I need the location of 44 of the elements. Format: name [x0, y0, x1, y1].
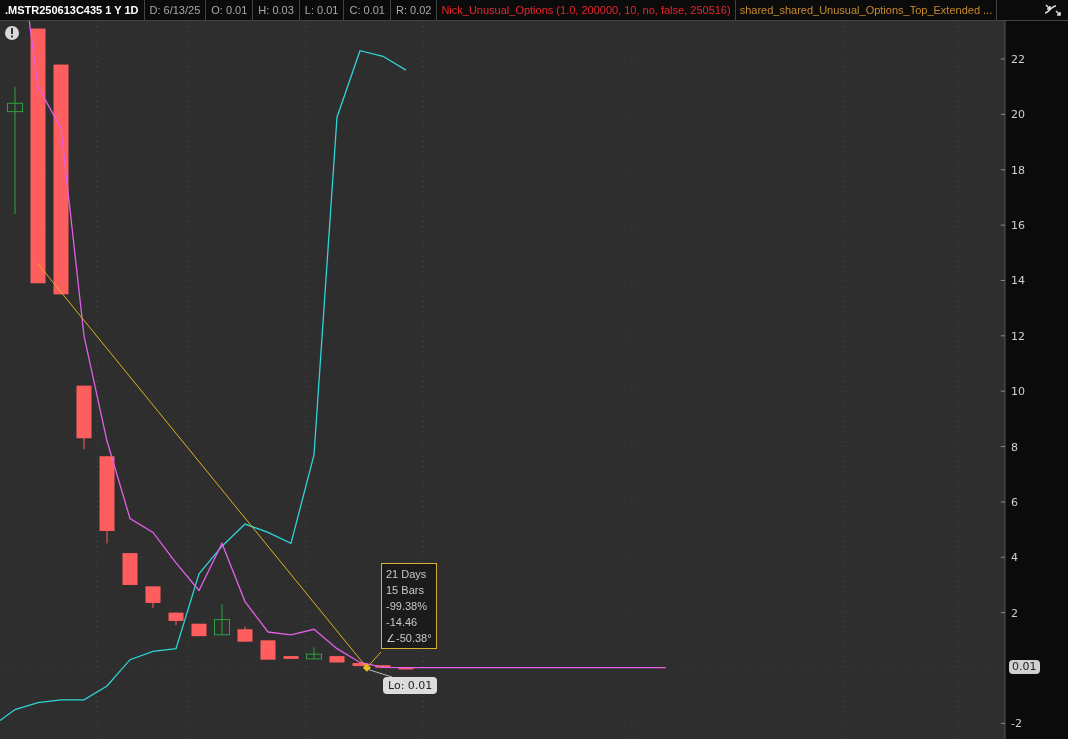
quote-field: C: 0.01	[344, 0, 391, 20]
trend-point-icon	[362, 663, 371, 672]
arrows-icon	[1044, 3, 1062, 17]
axis-label: 22	[1011, 53, 1025, 67]
candlestick	[329, 655, 345, 663]
quote-field: L: 0.01	[299, 0, 345, 20]
axis-label: -2	[1011, 717, 1022, 731]
axis-label: 12	[1011, 329, 1025, 343]
axis-label: 6	[1011, 495, 1018, 509]
study-label[interactable]: Nick_Unusual_Options (1.0, 200000, 10, no, false, 250516)	[437, 0, 736, 20]
candlestick	[214, 603, 230, 636]
candlestick	[398, 666, 414, 670]
price-badge: 0.01	[1009, 660, 1040, 674]
study-label[interactable]: shared_shared_Unusual_Options_Top_Extended ...	[735, 0, 998, 20]
axis-label: 14	[1011, 274, 1025, 288]
axis-label: 18	[1011, 163, 1025, 177]
candlestick	[260, 639, 276, 661]
tooltip-text: 21 Days	[386, 567, 428, 582]
candlestick	[375, 664, 391, 669]
low-label: Lo: 0.01	[383, 677, 438, 694]
axis-label: 4	[1011, 551, 1018, 565]
quote-field: H: 0.03	[253, 0, 300, 20]
quote-field: D: 6/13/25	[144, 0, 207, 20]
symbol-label[interactable]: .MSTR250613C435 1 Y 1D	[0, 0, 145, 20]
candlestick	[168, 612, 184, 626]
alert-icon	[5, 26, 19, 40]
tooltip-text: 15 Bars	[386, 583, 425, 598]
axis-label: 20	[1011, 108, 1025, 122]
candlestick	[306, 646, 322, 660]
quote-field: R: 0.02	[390, 0, 438, 20]
quote-field: O: 0.01	[206, 0, 254, 20]
candlestick	[122, 552, 138, 586]
tooltip-text: -14.46	[386, 615, 419, 630]
candlestick	[191, 623, 207, 637]
axis-label: 2	[1011, 606, 1018, 620]
candlestick	[237, 626, 253, 643]
candlestick	[76, 385, 92, 450]
candlestick	[145, 585, 161, 609]
axis-label: 10	[1011, 385, 1025, 399]
axis-label: 16	[1011, 219, 1025, 233]
candlestick	[283, 655, 299, 660]
tooltip-text: -99.38%	[386, 599, 428, 614]
axis-label: 8	[1011, 440, 1018, 454]
tooltip-text: ∠-50.38°	[386, 631, 432, 646]
